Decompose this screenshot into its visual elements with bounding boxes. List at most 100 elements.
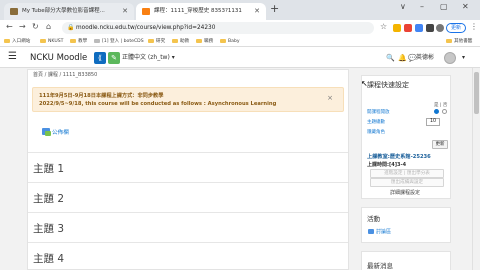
folder-icon bbox=[40, 38, 46, 43]
topic-section[interactable]: 主題 4 bbox=[28, 242, 348, 270]
alert-line-2: 2022/9/5~9/18, this course will be condu… bbox=[39, 101, 277, 107]
browser-tab-mytube[interactable]: My Tube部分大學數位影音課程... ✕ bbox=[4, 3, 134, 20]
tab-title: My Tube部分大學數位影音課程... bbox=[22, 8, 105, 14]
site-name[interactable]: NCKU Moodle bbox=[30, 48, 87, 68]
topic-section[interactable]: 主題 3 bbox=[28, 212, 348, 242]
export-grades-button[interactable]: 匯出成績與設定 bbox=[370, 178, 444, 187]
browser-update-button[interactable]: 更新 bbox=[446, 23, 466, 33]
browser-menu-icon[interactable]: ⋮ bbox=[470, 22, 478, 31]
bookmark-item[interactable]: NKUST bbox=[40, 36, 63, 47]
course-open-yes-radio[interactable] bbox=[434, 109, 439, 114]
block-title: 課程快速設定 bbox=[367, 81, 409, 89]
url-field[interactable]: 🔒 moodle.ncku.edu.tw/course/view.php?id=… bbox=[62, 22, 374, 34]
topic-title: 主題 2 bbox=[33, 193, 65, 205]
update-button[interactable]: 更新 bbox=[432, 140, 448, 149]
course-open-label: 開課程開放 bbox=[367, 110, 390, 115]
alert-line-1: 111年9月5日-9月18日本課程上課方式：非同步教學 bbox=[39, 93, 164, 99]
reload-icon[interactable]: ↻ bbox=[32, 22, 39, 31]
quick-settings-block: 課程快速設定 是 | 否 開課程開放 主題總數 10 隱藏角色 更新 上課教室:… bbox=[361, 75, 451, 199]
classroom-link[interactable]: 上課教室:歷史系館-25236 bbox=[367, 153, 431, 160]
close-alert-icon[interactable]: × bbox=[327, 94, 333, 102]
forums-link[interactable]: 討論區 bbox=[368, 228, 391, 235]
forum-icon bbox=[42, 128, 51, 136]
forum-icon bbox=[368, 228, 374, 234]
topic-count-label: 主題總數 bbox=[367, 120, 385, 125]
breadcrumb[interactable]: 首頁 / 課程 / 1111_B33850 bbox=[33, 70, 97, 80]
topic-section[interactable]: 主題 2 bbox=[28, 182, 348, 212]
close-window-button[interactable]: ✕ bbox=[462, 2, 469, 11]
tab-title: 課程：1111_穿梭歷史 8353?1131 bbox=[154, 8, 242, 14]
bookmark-item[interactable]: [1] 登入 | boteCDS bbox=[94, 36, 144, 47]
forum-link[interactable]: 公佈欄 bbox=[42, 128, 69, 136]
topic-title: 主題 4 bbox=[33, 253, 65, 265]
bookmark-item[interactable]: 研究 bbox=[148, 36, 165, 47]
user-name[interactable]: 英德彬 bbox=[416, 48, 434, 68]
language-selector[interactable]: 正體中文 (zh_tw) ▾ bbox=[122, 48, 175, 68]
search-icon[interactable]: 🔍 bbox=[386, 48, 395, 68]
lock-icon: 🔒 bbox=[67, 24, 75, 31]
close-tab-icon[interactable]: ✕ bbox=[122, 3, 128, 20]
bookmark-item[interactable]: Baby bbox=[220, 36, 240, 47]
browser-tab-course[interactable]: 課程：1111_穿梭歷史 8353?1131 ✕ bbox=[136, 3, 266, 20]
hamburger-menu-icon[interactable]: ☰ bbox=[8, 51, 17, 62]
topic-section[interactable]: 主題 1 bbox=[28, 152, 348, 182]
extensions-puzzle-icon[interactable] bbox=[426, 24, 434, 32]
bookmark-item[interactable]: 教學 bbox=[70, 36, 87, 47]
folder-icon bbox=[196, 38, 202, 43]
avatar[interactable] bbox=[444, 52, 456, 64]
close-tab-icon[interactable]: ✕ bbox=[254, 3, 260, 20]
bookmarks-bar: 入口網站 NKUST 教學 [1] 登入 | boteCDS 研究 助教 職務 … bbox=[0, 36, 480, 47]
folder-icon bbox=[4, 38, 10, 43]
block-title: 活動 bbox=[367, 215, 380, 223]
bookmark-star-icon[interactable]: ☆ bbox=[380, 22, 387, 31]
folder-icon bbox=[172, 38, 178, 43]
advanced-settings-button[interactable]: 進階設定 | 匯出學分表 bbox=[370, 169, 444, 178]
course-announcement-alert: 111年9月5日-9月18日本課程上課方式：非同步教學 2022/9/5~9/1… bbox=[32, 87, 344, 112]
yes-no-header: 是 | 否 bbox=[434, 103, 448, 108]
course-open-no-radio[interactable] bbox=[442, 109, 447, 114]
home-icon[interactable]: ⌂ bbox=[46, 22, 51, 31]
bookmark-item[interactable]: 職務 bbox=[196, 36, 213, 47]
moodle-navbar: ☰ NCKU Moodle ⟪ ✎ 正體中文 (zh_tw) ▾ 🔍 🔔 💬 英… bbox=[0, 48, 480, 68]
extension-icon[interactable] bbox=[404, 24, 412, 32]
maximize-button[interactable]: ▢ bbox=[440, 2, 448, 11]
block-title: 最新消息 bbox=[367, 262, 393, 270]
address-bar-row: ← → ↻ ⌂ 🔒 moodle.ncku.edu.tw/course/view… bbox=[0, 20, 480, 36]
tab-search-icon[interactable]: ∨ bbox=[400, 2, 406, 11]
notification-bell-icon[interactable]: 🔔 bbox=[398, 48, 407, 68]
course-content: 首頁 / 課程 / 1111_B33850 111年9月5日-9月18日本課程上… bbox=[27, 69, 349, 270]
bookmark-item[interactable]: 助教 bbox=[172, 36, 189, 47]
tab-favicon bbox=[10, 8, 18, 15]
url-text: moodle.ncku.edu.tw/course/view.php?id=24… bbox=[76, 25, 216, 31]
extension-icon[interactable] bbox=[393, 24, 401, 32]
bookmark-item[interactable]: 入口網站 bbox=[4, 36, 30, 47]
edit-mode-button[interactable]: ✎ bbox=[108, 52, 120, 64]
forward-icon[interactable]: → bbox=[19, 22, 26, 31]
topic-title: 主題 3 bbox=[33, 223, 65, 235]
other-bookmarks[interactable]: 其他書籤 bbox=[446, 36, 472, 47]
mouse-cursor-icon: ↖ bbox=[361, 79, 368, 88]
topic-title: 主題 1 bbox=[33, 163, 65, 175]
dashboard-button[interactable]: ⟪ bbox=[94, 52, 106, 64]
hidden-roles-label: 隱藏角色 bbox=[367, 130, 385, 135]
browser-tab-strip: My Tube部分大學數位影音課程... ✕ 課程：1111_穿梭歷史 8353… bbox=[0, 0, 480, 20]
back-icon[interactable]: ← bbox=[6, 22, 13, 31]
profile-icon[interactable] bbox=[436, 24, 444, 32]
forum-label: 公佈欄 bbox=[52, 130, 69, 136]
folder-icon bbox=[94, 38, 100, 43]
latest-news-block: 最新消息 bbox=[361, 251, 451, 270]
extension-icon[interactable] bbox=[415, 24, 423, 32]
folder-icon bbox=[148, 38, 154, 43]
scrollbar-thumb[interactable] bbox=[474, 72, 479, 114]
activities-block: 活動 討論區 bbox=[361, 207, 451, 243]
user-menu-chevron-icon[interactable]: ▾ bbox=[462, 48, 465, 68]
topic-count-input[interactable]: 10 bbox=[426, 118, 440, 126]
folder-icon bbox=[70, 38, 76, 43]
folder-icon bbox=[446, 38, 452, 43]
minimize-button[interactable]: – bbox=[420, 2, 424, 11]
class-schedule: 上課時間:[4]3-4 bbox=[367, 162, 407, 168]
moodle-favicon bbox=[142, 8, 150, 15]
new-tab-button[interactable]: + bbox=[270, 2, 279, 15]
course-details-link[interactable]: 詳細課程設定 bbox=[390, 189, 420, 196]
folder-icon bbox=[220, 38, 226, 43]
